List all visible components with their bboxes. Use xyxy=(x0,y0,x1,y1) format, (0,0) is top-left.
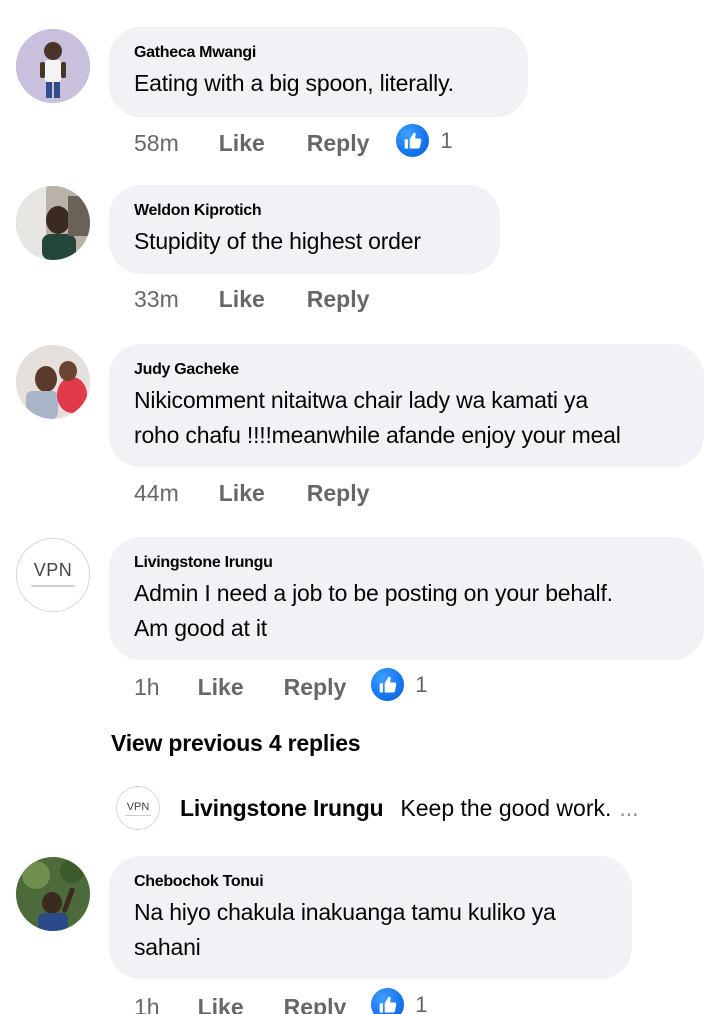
reaction-summary[interactable]: 1 xyxy=(369,666,428,703)
avatar[interactable] xyxy=(16,345,90,419)
like-button[interactable]: Like xyxy=(219,480,265,507)
thumbs-up-icon xyxy=(369,986,407,1014)
comment-author[interactable]: Livingstone Irungu xyxy=(134,553,678,573)
reply-button[interactable]: Reply xyxy=(307,286,370,313)
comment-actions: 1h Like Reply 1 xyxy=(134,666,428,703)
comment-text: Stupidity of the highest order xyxy=(134,228,421,254)
avatar[interactable] xyxy=(16,29,90,103)
reply-ellipsis: ... xyxy=(619,794,639,821)
reaction-summary[interactable]: 1 xyxy=(394,122,453,159)
reply-button[interactable]: Reply xyxy=(284,674,347,701)
reaction-count: 1 xyxy=(440,127,453,153)
reply-author[interactable]: Livingstone Irungu xyxy=(180,795,384,822)
comment-bubble: Judy Gacheke Nikicomment nitaitwa chair … xyxy=(109,344,704,467)
comment-actions: 44m Like Reply xyxy=(134,480,369,507)
reply-text: Keep the good work. xyxy=(400,794,612,821)
comment-text: Admin I need a job to be posting on your… xyxy=(134,580,613,641)
avatar[interactable] xyxy=(16,857,90,931)
comment-author[interactable]: Gatheca Mwangi xyxy=(134,43,502,63)
avatar-text: VPN xyxy=(126,800,150,813)
comment-time[interactable]: 1h xyxy=(134,674,160,701)
comment-bubble: Gatheca Mwangi Eating with a big spoon, … xyxy=(109,27,528,117)
avatar-text: VPN xyxy=(33,559,73,580)
view-previous-replies-link[interactable]: View previous 4 replies xyxy=(111,730,361,757)
comment-actions: 1h Like Reply 1 xyxy=(134,986,428,1014)
reaction-count: 1 xyxy=(415,991,428,1014)
comment-time[interactable]: 44m xyxy=(134,480,179,507)
like-button[interactable]: Like xyxy=(198,674,244,701)
comment-time[interactable]: 33m xyxy=(134,286,179,313)
like-button[interactable]: Like xyxy=(219,130,265,157)
thumbs-up-icon xyxy=(394,122,432,159)
comment-time[interactable]: 1h xyxy=(134,994,160,1014)
thumbs-up-icon xyxy=(369,666,407,703)
reaction-summary[interactable]: 1 xyxy=(369,986,428,1014)
reply-button[interactable]: Reply xyxy=(284,994,347,1014)
reply-button[interactable]: Reply xyxy=(307,130,370,157)
avatar[interactable] xyxy=(16,186,90,260)
avatar[interactable]: VPN xyxy=(16,538,90,612)
comment-actions: 58m Like Reply 1 xyxy=(134,122,453,159)
comment-bubble: Chebochok Tonui Na hiyo chakula inakuang… xyxy=(109,856,632,979)
avatar-divider xyxy=(125,814,151,816)
reply-button[interactable]: Reply xyxy=(307,480,370,507)
comment-author[interactable]: Judy Gacheke xyxy=(134,360,678,380)
reaction-count: 1 xyxy=(415,671,428,697)
comment-text: Nikicomment nitaitwa chair lady wa kamat… xyxy=(134,387,621,448)
avatar-divider xyxy=(31,584,75,587)
avatar[interactable]: VPN xyxy=(116,786,160,830)
reply-preview[interactable]: VPN Livingstone Irungu Keep the good wor… xyxy=(116,786,716,830)
comment-text: Na hiyo chakula inakuanga tamu kuliko ya… xyxy=(134,899,556,960)
comment-bubble: Weldon Kiprotich Stupidity of the highes… xyxy=(109,185,500,274)
comment-bubble: Livingstone Irungu Admin I need a job to… xyxy=(109,537,704,660)
comment-text: Eating with a big spoon, literally. xyxy=(134,70,454,96)
like-button[interactable]: Like xyxy=(219,286,265,313)
like-button[interactable]: Like xyxy=(198,994,244,1014)
comment-actions: 33m Like Reply xyxy=(134,286,369,313)
comment-author[interactable]: Weldon Kiprotich xyxy=(134,201,474,221)
comment-author[interactable]: Chebochok Tonui xyxy=(134,872,606,892)
comment-time[interactable]: 58m xyxy=(134,130,179,157)
